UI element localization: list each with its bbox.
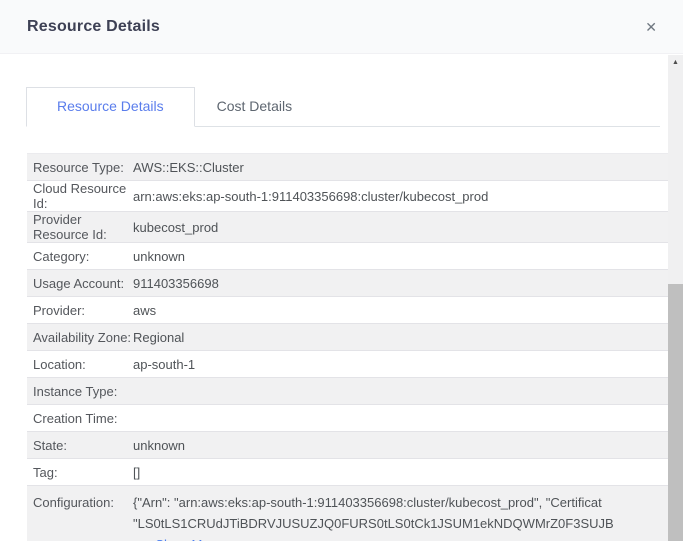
table-row: Usage Account: 911403356698 [27, 270, 668, 297]
table-row: Availability Zone: Regional [27, 324, 668, 351]
config-line: "LS0tLS1CRUdJTiBDRVJUSUZJQ0FURS0tLS0tCk1… [133, 513, 668, 534]
row-value: ap-south-1 [133, 357, 668, 372]
row-value: kubecost_prod [133, 220, 668, 235]
table-row: Category: unknown [27, 243, 668, 270]
config-truncation: ... - Show More [133, 534, 668, 541]
modal-title: Resource Details [27, 18, 160, 36]
row-value: [] [133, 465, 668, 480]
table-row: Cloud Resource Id: arn:aws:eks:ap-south-… [27, 181, 668, 212]
table-row: Configuration: {"Arn": "arn:aws:eks:ap-s… [27, 486, 668, 541]
row-value: unknown [133, 249, 668, 264]
row-label: Provider Resource Id: [33, 212, 133, 242]
tab-resource-details[interactable]: Resource Details [26, 87, 195, 127]
row-label: Availability Zone: [33, 330, 133, 345]
truncation-ellipsis: ... - [133, 537, 155, 541]
table-row: Location: ap-south-1 [27, 351, 668, 378]
row-label: Configuration: [33, 492, 133, 513]
row-value: unknown [133, 438, 668, 453]
row-value: {"Arn": "arn:aws:eks:ap-south-1:91140335… [133, 492, 668, 541]
row-value: 911403356698 [133, 276, 668, 291]
row-value: Regional [133, 330, 668, 345]
table-row: Instance Type: [27, 378, 668, 405]
row-value: arn:aws:eks:ap-south-1:911403356698:clus… [133, 189, 668, 204]
config-line: {"Arn": "arn:aws:eks:ap-south-1:91140335… [133, 492, 668, 513]
modal-body: Resource DetailsCost Details Resource Ty… [0, 87, 668, 541]
tab-bar: Resource DetailsCost Details [26, 87, 660, 127]
show-more-link[interactable]: Show More [155, 537, 221, 541]
row-label: Location: [33, 357, 133, 372]
row-label: Tag: [33, 465, 133, 480]
tab-cost-details[interactable]: Cost Details [195, 88, 322, 126]
row-label: Cloud Resource Id: [33, 181, 133, 211]
row-label: Usage Account: [33, 276, 133, 291]
row-label: Category: [33, 249, 133, 264]
row-label: Instance Type: [33, 384, 133, 399]
vertical-scrollbar[interactable]: ▲ [668, 55, 683, 541]
table-row: Provider: aws [27, 297, 668, 324]
row-label: Provider: [33, 303, 133, 318]
scroll-up-arrow-icon[interactable]: ▲ [668, 55, 683, 69]
scrollbar-thumb[interactable] [668, 284, 683, 541]
resource-details-table: Resource Type: AWS::EKS::Cluster Cloud R… [27, 153, 668, 541]
table-row: Provider Resource Id: kubecost_prod [27, 212, 668, 243]
table-row: Tag: [] [27, 459, 668, 486]
resource-details-modal: Resource Details ✕ Resource DetailsCost … [0, 0, 683, 541]
table-row: Creation Time: [27, 405, 668, 432]
row-label: Resource Type: [33, 160, 133, 175]
table-row: Resource Type: AWS::EKS::Cluster [27, 154, 668, 181]
row-value: AWS::EKS::Cluster [133, 160, 668, 175]
close-icon[interactable]: ✕ [641, 16, 661, 38]
table-row: State: unknown [27, 432, 668, 459]
modal-header: Resource Details ✕ [0, 0, 683, 54]
row-label: State: [33, 438, 133, 453]
row-value: aws [133, 303, 668, 318]
row-label: Creation Time: [33, 411, 133, 426]
